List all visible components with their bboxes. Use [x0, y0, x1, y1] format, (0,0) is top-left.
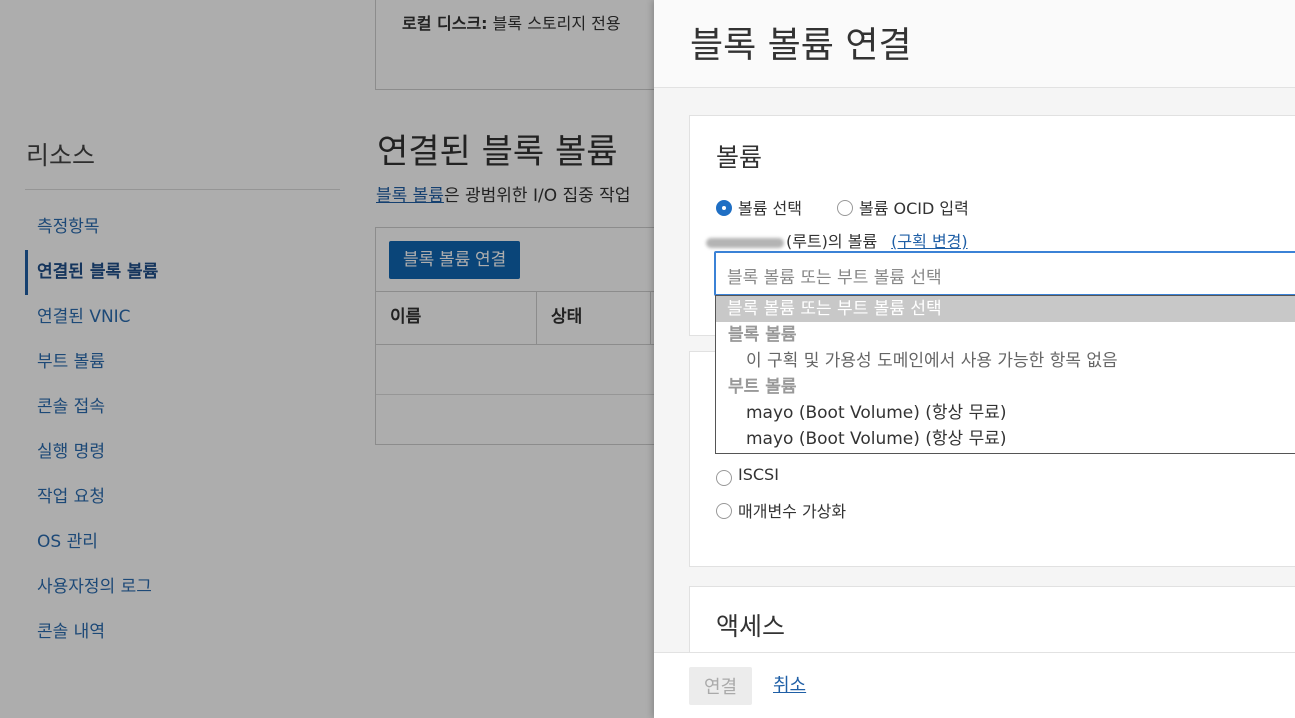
paravirtualized-radio[interactable] [716, 503, 732, 519]
volume-select[interactable]: 블록 볼륨 또는 부트 볼륨 선택 [714, 251, 1295, 296]
access-section-title: 액세스 [716, 612, 786, 641]
panel-header: 블록 볼륨 연결 [654, 0, 1295, 88]
dropdown-option-boot-volume[interactable]: mayo (Boot Volume) (항상 무료) [716, 426, 1295, 452]
iscsi-radio[interactable] [716, 470, 732, 486]
select-volume-label[interactable]: 볼륨 선택 [738, 195, 802, 219]
dropdown-option-boot-volume[interactable]: mayo (Boot Volume) (항상 무료) [716, 400, 1295, 426]
modal-backdrop[interactable] [0, 0, 654, 718]
select-volume-radio[interactable] [716, 200, 732, 216]
iscsi-label[interactable]: ISCSI [738, 465, 779, 484]
dropdown-option-none-available: 이 구획 및 가용성 도메인에서 사용 가능한 항목 없음 [746, 351, 1118, 371]
redacted-compartment-name [706, 237, 784, 248]
enter-ocid-radio[interactable] [837, 200, 853, 216]
panel-footer: 연결 취소 [654, 652, 1295, 718]
compartment-line: (루트)의 볼륨 (구획 변경) [706, 228, 968, 252]
dropdown-group-block-volumes: 블록 볼륨 [728, 325, 797, 345]
volume-dropdown-list: 블록 볼륨 또는 부트 볼륨 선택 블록 볼륨 이 구획 및 가용성 도메인에서… [715, 295, 1295, 454]
cancel-link[interactable]: 취소 [773, 671, 806, 697]
change-compartment-link[interactable]: (구획 변경) [891, 232, 967, 251]
volume-section-title: 볼륨 [716, 143, 763, 172]
volume-select-placeholder: 블록 볼륨 또는 부트 볼륨 선택 [727, 268, 942, 288]
compartment-suffix: (루트)의 볼륨 [786, 232, 878, 251]
panel-title: 블록 볼륨 연결 [690, 25, 912, 66]
enter-ocid-label[interactable]: 볼륨 OCID 입력 [859, 195, 969, 219]
dropdown-option-placeholder[interactable]: 블록 볼륨 또는 부트 볼륨 선택 [716, 296, 1295, 322]
attach-button[interactable]: 연결 [689, 667, 752, 705]
paravirtualized-label[interactable]: 매개변수 가상화 [738, 498, 846, 522]
dropdown-group-boot-volumes: 부트 볼륨 [728, 377, 797, 397]
